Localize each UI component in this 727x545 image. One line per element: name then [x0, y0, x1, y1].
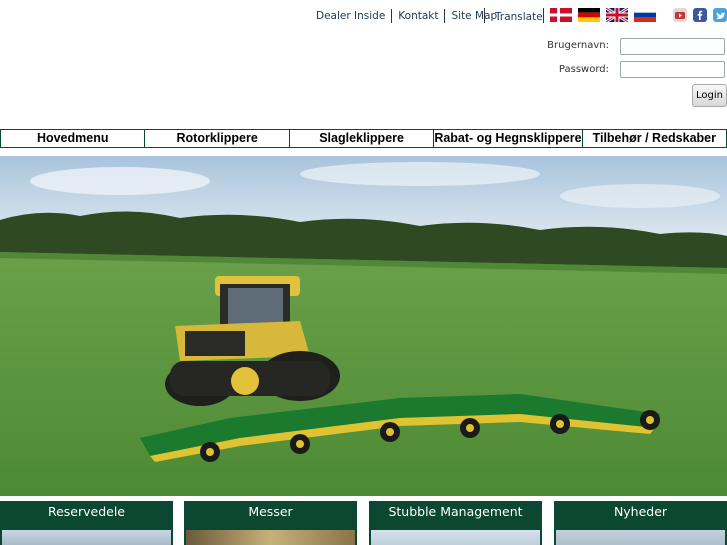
uk-flag-icon[interactable]: [606, 8, 628, 22]
german-flag-icon[interactable]: [578, 8, 600, 22]
nav-item-slagleklippere[interactable]: Slagleklippere: [289, 130, 435, 147]
translate-link[interactable]: Translate: [495, 11, 543, 23]
dealer-inside-link[interactable]: Dealer Inside: [310, 9, 393, 23]
reservedele-thumbnail: [2, 530, 171, 545]
kontakt-link[interactable]: Kontakt: [392, 9, 446, 23]
tractor-mower-photo: [0, 156, 727, 496]
nav-item-rotorklippere[interactable]: Rotorklippere: [145, 130, 290, 147]
nav-item-tilbehor-redskaber[interactable]: Tilbehør / Redskaber: [582, 130, 726, 147]
main-nav: Hovedmenu Rotorklippere Slagleklippere R…: [0, 129, 727, 148]
reservedele-box[interactable]: Reservedele: [0, 501, 173, 545]
username-field[interactable]: [620, 38, 725, 55]
youtube-icon[interactable]: [673, 7, 687, 22]
password-label: Password:: [558, 64, 609, 75]
russian-flag-icon[interactable]: [634, 8, 656, 22]
divider: [484, 8, 485, 23]
feature-boxes: Reservedele Messer Stubble Management Ny…: [0, 501, 727, 545]
box-title: Nyheder: [613, 504, 668, 519]
login-button[interactable]: Login: [692, 84, 727, 107]
top-links: Dealer Inside Kontakt Site Map: [310, 8, 503, 24]
twitter-icon[interactable]: [713, 7, 727, 22]
danish-flag-icon[interactable]: [550, 8, 572, 22]
nyheder-thumbnail: [556, 530, 725, 545]
password-field[interactable]: [620, 61, 725, 78]
messer-thumbnail: [186, 530, 355, 545]
box-title: Reservedele: [47, 504, 126, 519]
nav-item-rabat-hegnsklippere[interactable]: Rabat- og Hegnsklippere: [434, 130, 583, 147]
box-title: Stubble Management: [388, 504, 523, 519]
hero-image: [0, 156, 727, 496]
box-title: Messer: [248, 504, 293, 519]
username-label: Brugernavn:: [547, 40, 609, 51]
divider: [543, 8, 544, 23]
stubble-management-box[interactable]: Stubble Management: [369, 501, 542, 545]
nyheder-box[interactable]: Nyheder: [554, 501, 727, 545]
facebook-icon[interactable]: [693, 7, 707, 22]
nav-item-hovedmenu[interactable]: Hovedmenu: [1, 130, 146, 147]
stubble-management-thumbnail: [371, 530, 540, 545]
messer-box[interactable]: Messer: [184, 501, 357, 545]
